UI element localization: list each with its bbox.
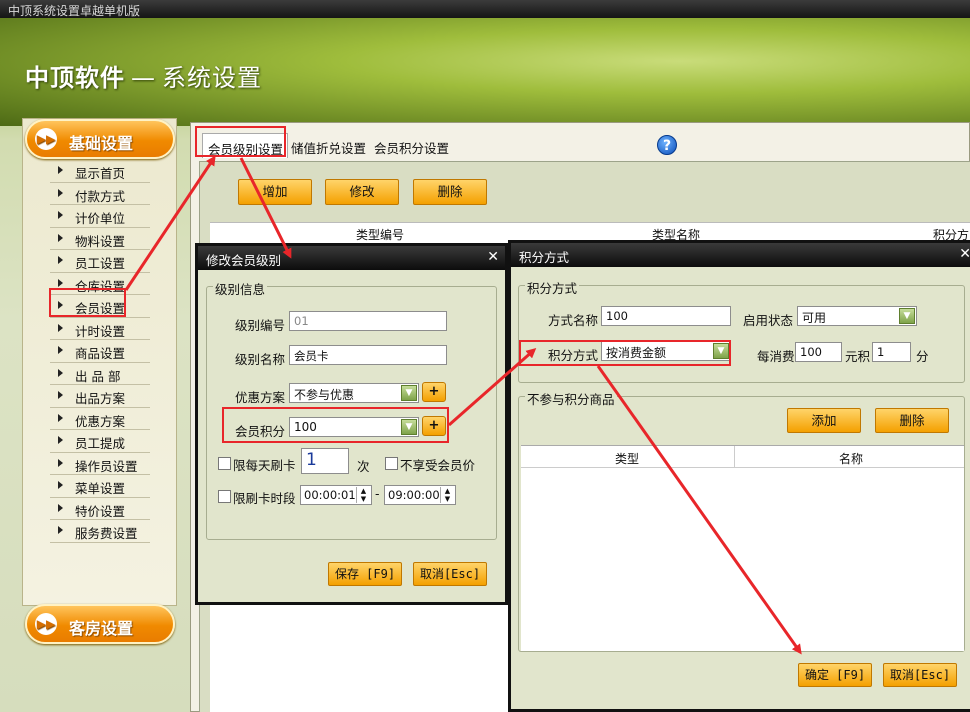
arrow-method-to-ok (596, 365, 802, 655)
arrow-points-to-method (448, 348, 537, 427)
arrow-tab-to-dialog (239, 157, 292, 259)
annotation-arrows (124, 155, 802, 655)
arrow-member-to-tab (124, 155, 216, 291)
